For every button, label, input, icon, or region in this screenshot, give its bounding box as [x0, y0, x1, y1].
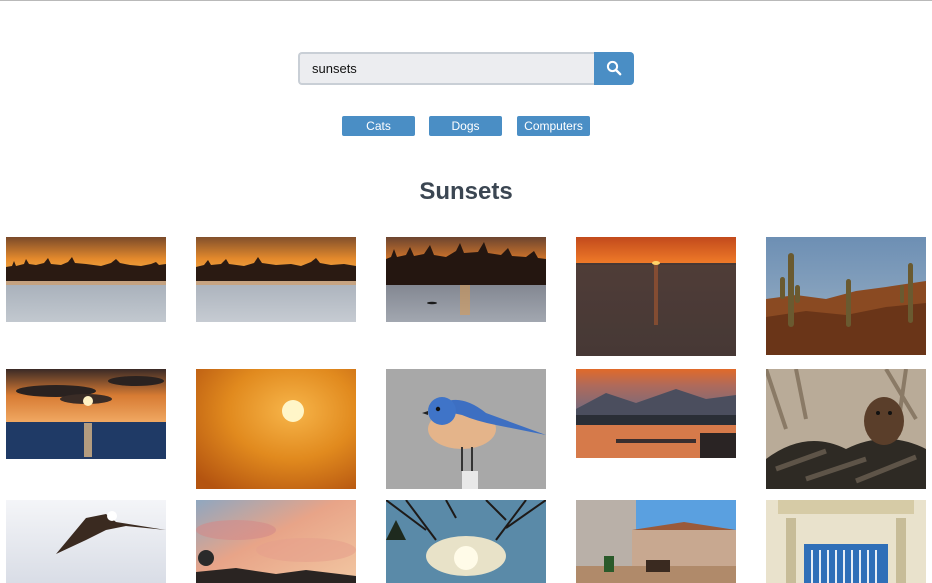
search-button[interactable]	[594, 52, 634, 85]
image-tile-clouds-sea-sunset[interactable]	[6, 369, 166, 459]
image-tile-lake-sunset-2[interactable]	[196, 237, 356, 322]
top-divider	[0, 0, 932, 1]
image-tile-street-carriage[interactable]	[576, 500, 736, 583]
image-tile-mink[interactable]	[766, 369, 926, 489]
image-tile-sea-sunset[interactable]	[576, 237, 736, 356]
filter-computers-button[interactable]: Computers	[517, 116, 590, 136]
image-tile-doorway[interactable]	[766, 500, 926, 583]
search-bar	[298, 52, 634, 85]
filter-cats-button[interactable]: Cats	[342, 116, 415, 136]
image-tile-pastel-clouds[interactable]	[196, 500, 356, 583]
results-heading: Sunsets	[419, 178, 513, 205]
filter-dogs-button[interactable]: Dogs	[429, 116, 502, 136]
image-tile-lake-sunset-1[interactable]	[6, 237, 166, 322]
image-tile-bluebird[interactable]	[386, 369, 546, 489]
image-tile-hazy-sun[interactable]	[196, 369, 356, 489]
image-tile-sun-branches[interactable]	[386, 500, 546, 583]
search-input[interactable]	[298, 52, 595, 85]
image-tile-eagle[interactable]	[6, 500, 166, 583]
image-tile-lake-sunset-kayak[interactable]	[386, 237, 546, 322]
search-icon	[606, 60, 622, 76]
image-tile-bay-dusk[interactable]	[576, 369, 736, 458]
image-tile-desert-cacti[interactable]	[766, 237, 926, 355]
